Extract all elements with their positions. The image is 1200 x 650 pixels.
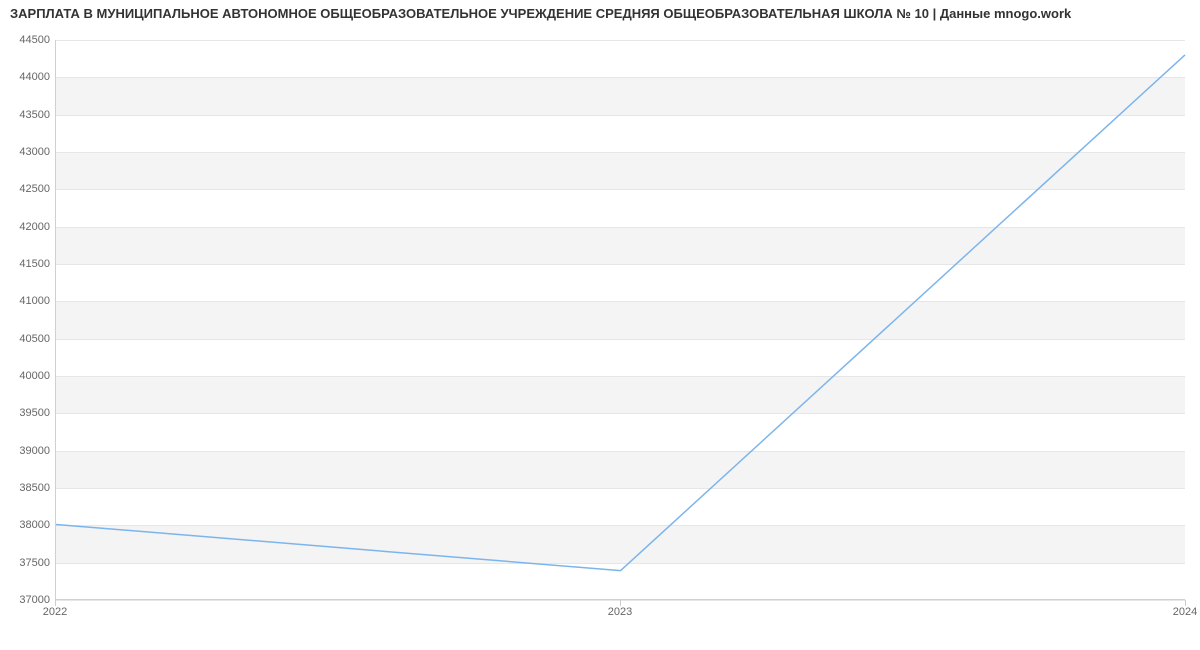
y-tick-label: 37500 bbox=[10, 557, 50, 569]
y-tick-label: 42500 bbox=[10, 183, 50, 195]
y-tick-label: 43000 bbox=[10, 146, 50, 158]
y-tick-label: 44000 bbox=[10, 71, 50, 83]
y-tick-label: 42000 bbox=[10, 221, 50, 233]
y-tick-label: 44500 bbox=[10, 34, 50, 46]
y-tick-label: 41000 bbox=[10, 295, 50, 307]
series-line bbox=[56, 55, 1185, 571]
y-tick-label: 37000 bbox=[10, 594, 50, 606]
x-tick-label: 2022 bbox=[43, 606, 67, 618]
y-tick-label: 43500 bbox=[10, 109, 50, 121]
plot-area bbox=[55, 40, 1185, 600]
y-tick-label: 39000 bbox=[10, 445, 50, 457]
x-tick bbox=[55, 600, 56, 606]
chart-title: ЗАРПЛАТА В МУНИЦИПАЛЬНОЕ АВТОНОМНОЕ ОБЩЕ… bbox=[10, 6, 1071, 21]
y-tick-label: 41500 bbox=[10, 258, 50, 270]
y-tick-label: 40500 bbox=[10, 333, 50, 345]
line-layer bbox=[56, 40, 1185, 599]
x-tick bbox=[1185, 600, 1186, 606]
x-tick-label: 2024 bbox=[1173, 606, 1197, 618]
y-tick-label: 40000 bbox=[10, 370, 50, 382]
chart-container: ЗАРПЛАТА В МУНИЦИПАЛЬНОЕ АВТОНОМНОЕ ОБЩЕ… bbox=[0, 0, 1200, 650]
y-tick-label: 39500 bbox=[10, 407, 50, 419]
x-tick bbox=[620, 600, 621, 606]
y-tick-label: 38000 bbox=[10, 519, 50, 531]
x-tick-label: 2023 bbox=[608, 606, 632, 618]
y-tick-label: 38500 bbox=[10, 482, 50, 494]
